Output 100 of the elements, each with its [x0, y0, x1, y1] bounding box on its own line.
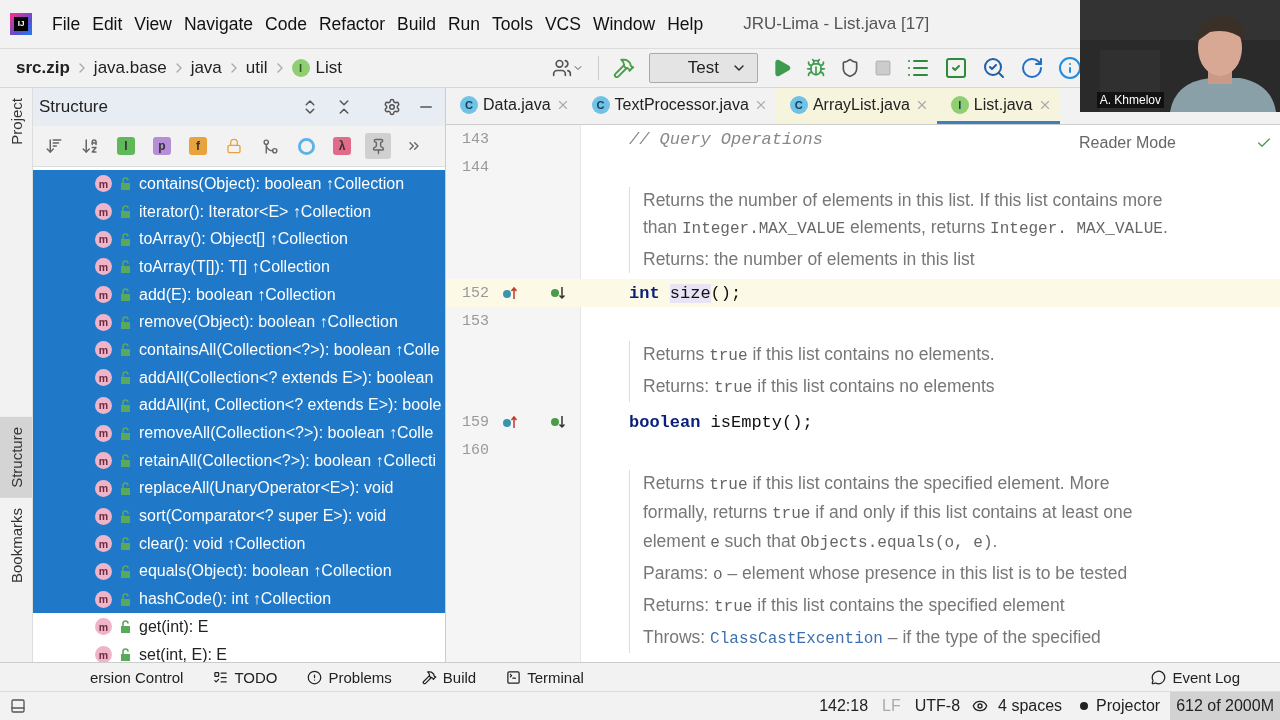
padlock-icon [120, 426, 131, 440]
menu-item[interactable]: Navigate [178, 13, 260, 35]
doc-text: Returns: the number of elements in this list [643, 248, 976, 271]
hammer-icon[interactable] [612, 57, 635, 79]
filter-icon[interactable]: f [189, 137, 207, 155]
padlock-icon [120, 564, 131, 578]
encoding[interactable]: UTF-8 [914, 697, 961, 715]
menu-item[interactable]: File [46, 13, 87, 35]
tool-window-button[interactable]: Build [421, 668, 477, 686]
menu-item[interactable]: Run [441, 13, 487, 35]
structure-item[interactable]: m toArray(T[]): T[] ↑Collection [33, 253, 445, 281]
editor-tab[interactable]: C ArrayList.java [775, 88, 937, 124]
cursor-position[interactable]: 142:18 [819, 697, 869, 715]
breadcrumb[interactable]: I List [291, 58, 343, 78]
projector-status[interactable]: Projector [1096, 697, 1161, 715]
list-icon [213, 669, 229, 685]
sort-icon[interactable] [45, 137, 63, 155]
indent-setting[interactable]: 4 spaces [998, 697, 1063, 715]
editor-tab[interactable]: I List.java [936, 88, 1060, 124]
padlock-icon [120, 315, 131, 329]
circle-arrow-up-icon[interactable] [502, 414, 518, 430]
info-icon[interactable] [1058, 56, 1082, 80]
menu-item[interactable]: Refactor [312, 13, 392, 35]
reader-mode-button[interactable]: Reader Mode [1079, 134, 1176, 152]
menu-item[interactable]: VCS [538, 13, 587, 35]
breadcrumb[interactable]: java.base [93, 58, 167, 78]
refresh-icon[interactable] [1020, 56, 1044, 80]
padlock-icon [120, 232, 131, 246]
menu-item[interactable]: Window [586, 13, 662, 35]
padlock-icon [120, 205, 131, 219]
padlock-icon [120, 288, 131, 302]
breadcrumb[interactable]: java [190, 58, 222, 78]
settings-icon[interactable] [383, 98, 401, 116]
line-number: 152 [462, 284, 490, 302]
circle-arrow-up-icon[interactable] [502, 285, 518, 301]
circle-arrow-down-icon[interactable] [550, 285, 566, 301]
menu-item[interactable]: Help [661, 13, 710, 35]
hammer-icon [421, 669, 437, 685]
doc-text: Params: o – element whose presence in this list is to be tested [643, 562, 1129, 586]
dot-icon [1080, 702, 1089, 710]
event-log-button[interactable]: Event Log [1151, 668, 1240, 686]
line-number: 153 [462, 312, 490, 330]
padlock-icon [120, 343, 131, 357]
structure-item[interactable]: m remove(Object): boolean ↑Collection [33, 308, 445, 337]
code-line: boolean isEmpty(); [629, 412, 813, 432]
structure-item[interactable]: m addAll(Collection<? extends E>): boolean [33, 363, 445, 392]
tool-window-button[interactable]: ersion Control [90, 668, 184, 686]
padlock-icon [120, 454, 131, 468]
structure-item[interactable]: m hashCode(): int ↑Collection [33, 585, 445, 613]
structure-item[interactable]: m containsAll(Collection<?>): boolean ↑Colle [33, 336, 445, 364]
breadcrumb[interactable]: src.zip [16, 58, 70, 78]
search-icon[interactable] [982, 56, 1006, 80]
side-tab[interactable]: Bookmarks [0, 497, 32, 593]
padlock-icon [120, 509, 131, 523]
filter-icon[interactable]: p [153, 137, 171, 155]
structure-item[interactable]: m replaceAll(UnaryOperator<E>): void [33, 474, 445, 503]
tool-window-button[interactable]: TODO [213, 668, 278, 686]
menu-item[interactable]: View [128, 13, 178, 35]
side-tab[interactable]: Project [0, 88, 32, 155]
tool-window-button[interactable]: Problems [307, 668, 392, 686]
speech-bubble-icon [1151, 669, 1167, 685]
structure-item[interactable]: m add(E): boolean ↑Collection [33, 280, 445, 309]
structure-item[interactable]: m sort(Comparator<? super E>): void [33, 502, 445, 530]
structure-item[interactable]: m retainAll(Collection<?>): boolean ↑Collecti [33, 446, 445, 475]
structure-item[interactable]: m addAll(int, Collection<? extends E>): boole [33, 391, 445, 420]
structure-item[interactable]: m contains(Object): boolean ↑Collection [33, 170, 445, 198]
run-config-dropdown[interactable]: Test [648, 53, 758, 83]
menu-item[interactable]: Edit [86, 13, 129, 35]
filter-icon[interactable]: I [117, 137, 135, 155]
menu-item[interactable]: Code [259, 13, 313, 35]
structure-item[interactable]: m toArray(): Object[] ↑Collection [33, 225, 445, 254]
padlock-icon [120, 648, 131, 662]
side-tab[interactable]: Structure [0, 416, 32, 498]
alert-icon [307, 669, 323, 685]
participant-name: A. Khmelov [1096, 92, 1164, 108]
line-number: 144 [462, 158, 490, 176]
doc-text: Returns: true if this list contains no elements [643, 375, 996, 399]
window-title: JRU-Lima - List.java [17] [743, 14, 930, 34]
structure-item[interactable]: m equals(Object): boolean ↑Collection [33, 557, 445, 586]
structure-item[interactable]: m get(int): E [33, 613, 445, 641]
users-icon[interactable] [551, 58, 584, 78]
code-line: int size(); [629, 283, 742, 303]
structure-item[interactable]: m clear(): void ↑Collection [33, 529, 445, 558]
menu-item[interactable]: Build [391, 13, 442, 35]
memory-indicator[interactable]: 612 of 2000M [1170, 692, 1280, 720]
circle-arrow-down-icon[interactable] [550, 414, 566, 430]
filter-icon[interactable]: λ [333, 137, 351, 155]
panel-icon[interactable] [10, 698, 26, 714]
padlock-icon [120, 371, 131, 385]
sort-alphabetically-icon[interactable] [81, 137, 99, 155]
checkbox-icon[interactable] [944, 56, 968, 80]
bug-icon[interactable] [806, 58, 826, 78]
menu-item[interactable]: Tools [486, 13, 539, 35]
tool-window-button[interactable]: Terminal [506, 668, 584, 686]
breadcrumb[interactable]: util [245, 58, 268, 78]
structure-item[interactable]: m iterator(): Iterator<E> ↑Collection [33, 197, 445, 226]
merge-icon[interactable] [261, 137, 279, 155]
shield-run-icon[interactable] [840, 58, 860, 78]
structure-item[interactable]: m removeAll(Collection<?>): boolean ↑Colle [33, 419, 445, 447]
run-icon[interactable] [772, 58, 792, 78]
